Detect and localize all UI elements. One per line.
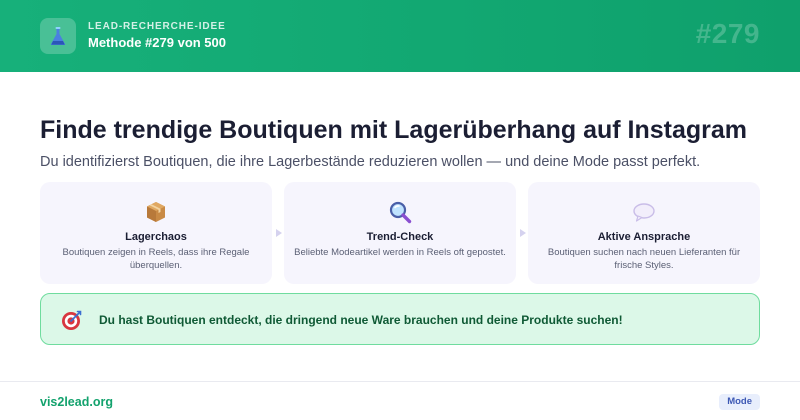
site-link[interactable]: vis2lead.org xyxy=(40,395,113,409)
page-title: Finde trendige Boutiquen mit Lagerüberha… xyxy=(40,116,747,144)
step-card-aktive-ansprache: Aktive Ansprache Boutiquen suchen nach n… xyxy=(528,182,760,284)
card-title: Lagerchaos xyxy=(125,231,187,243)
speech-bubble-icon xyxy=(633,203,655,222)
card-title: Aktive Ansprache xyxy=(597,231,691,243)
step-card-trend-check: Trend-Check Beliebte Modeartikel werden … xyxy=(284,182,516,284)
card-title: Trend-Check xyxy=(366,231,434,243)
category-tag: Mode xyxy=(719,394,760,410)
card-description: Boutiquen zeigen in Reels, dass ihre Reg… xyxy=(62,247,250,271)
step-card-lagerchaos: Lagerchaos Boutiquen zeigen in Reels, da… xyxy=(40,182,272,284)
result-callout: Du hast Boutiquen entdeckt, die dringend… xyxy=(40,293,760,345)
header-banner: LEAD-RECHERCHE-IDEE Methode #279 von 500… xyxy=(0,0,800,72)
method-counter: Methode #279 von 500 xyxy=(88,35,226,50)
card-description: Beliebte Modeartikel werden in Reels oft… xyxy=(294,247,506,258)
callout-text: Du hast Boutiquen entdeckt, die dringend… xyxy=(99,313,623,327)
package-icon xyxy=(147,202,165,222)
footer-divider xyxy=(0,381,800,382)
header-kicker: LEAD-RECHERCHE-IDEE xyxy=(88,21,226,32)
flask-icon xyxy=(50,27,66,45)
page-subtitle: Du identifizierst Boutiquen, die ihre La… xyxy=(40,154,701,170)
arrow-right-icon xyxy=(276,229,282,237)
logo xyxy=(40,18,76,54)
card-description: Boutiquen suchen nach neuen Lieferanten … xyxy=(547,247,741,271)
magnifier-icon xyxy=(389,201,412,224)
method-number: #279 xyxy=(695,18,760,49)
arrow-right-icon xyxy=(520,229,526,237)
target-icon xyxy=(62,310,82,330)
